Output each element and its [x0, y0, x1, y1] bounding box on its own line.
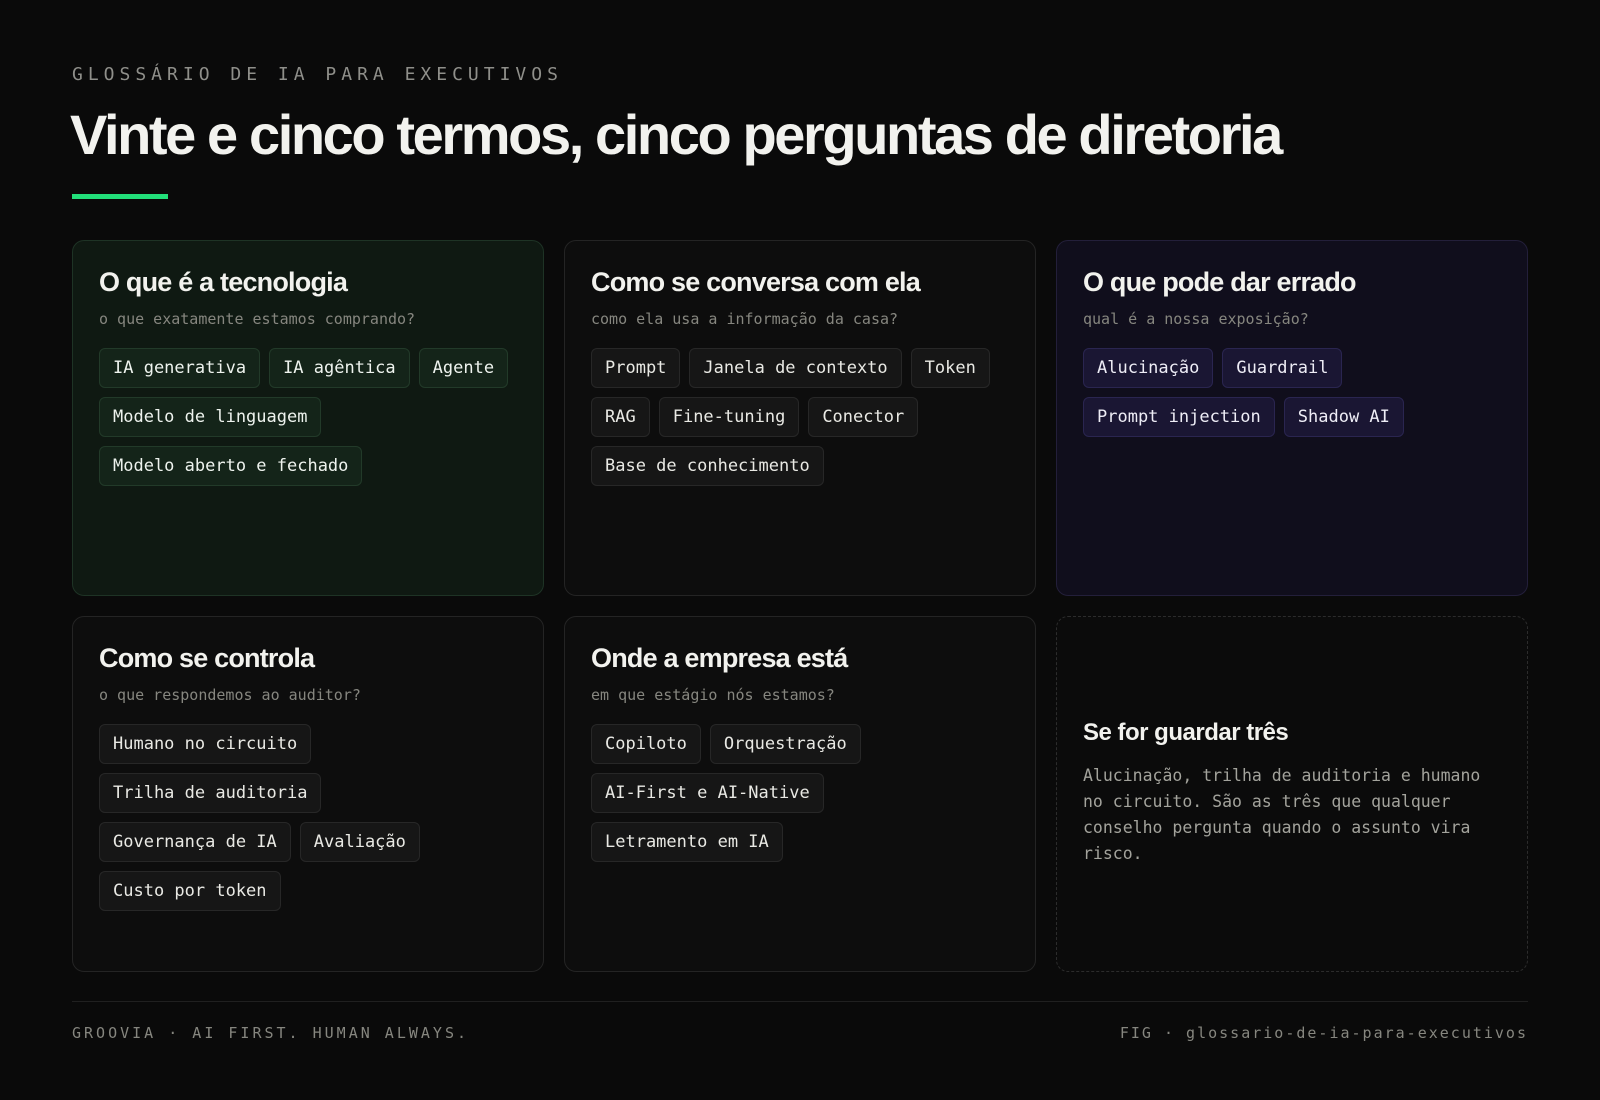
term-chip[interactable]: Conector [808, 397, 919, 437]
term-chip[interactable]: Prompt injection [1083, 397, 1275, 437]
term-chip[interactable]: IA agêntica [269, 348, 410, 388]
card-title: Onde a empresa está [591, 643, 848, 673]
term-chip[interactable]: Prompt [591, 348, 681, 388]
term-chip[interactable]: Letramento em IA [591, 822, 783, 862]
category-card-risks: O que pode dar errado qual é a nossa exp… [1056, 240, 1528, 596]
term-chip-list: Copiloto Orquestração AI-First e AI-Nati… [591, 724, 1009, 862]
term-chip[interactable]: Humano no circuito [99, 724, 312, 764]
accent-bar [72, 194, 168, 199]
term-chip[interactable]: Copiloto [591, 724, 701, 764]
card-title: O que pode dar errado [1083, 267, 1357, 297]
term-chip[interactable]: Modelo aberto e fechado [99, 446, 363, 486]
term-chip-list: Humano no circuito Trilha de auditoria G… [99, 724, 517, 911]
term-chip[interactable]: Token [910, 348, 990, 388]
term-chip[interactable]: Shadow AI [1283, 397, 1404, 437]
card-question: como ela usa a informação da casa? [591, 310, 899, 328]
term-chip[interactable]: Modelo de linguagem [99, 397, 322, 437]
term-chip[interactable]: Avaliação [299, 822, 420, 862]
footer-figure-id: FIG · glossario-de-ia-para-executivos [1119, 1024, 1528, 1042]
card-title: O que é a tecnologia [99, 267, 348, 297]
term-chip[interactable]: Alucinação [1083, 348, 1214, 388]
term-chip[interactable]: Fine-tuning [658, 397, 800, 437]
eyebrow-label: GLOSSÁRIO DE IA PARA EXECUTIVOS [72, 64, 563, 85]
term-chip[interactable]: Janela de contexto [689, 348, 902, 388]
term-chip-list: Alucinação Guardrail Prompt injection Sh… [1083, 348, 1501, 437]
card-title: Como se conversa com ela [591, 267, 921, 297]
card-question: qual é a nossa exposição? [1083, 310, 1309, 328]
card-question: em que estágio nós estamos? [591, 686, 835, 704]
term-chip[interactable]: Base de conhecimento [591, 446, 824, 486]
term-chip[interactable]: Custo por token [99, 871, 281, 911]
term-chip[interactable]: Trilha de auditoria [99, 773, 322, 813]
keep-three-title: Se for guardar três [1083, 719, 1289, 746]
term-chip[interactable]: Guardrail [1222, 348, 1343, 388]
page-title: Vinte e cinco termos, cinco perguntas de… [70, 103, 1283, 166]
term-chip[interactable]: AI-First e AI-Native [591, 773, 824, 813]
term-chip[interactable]: Agente [418, 348, 509, 388]
card-question: o que exatamente estamos comprando? [99, 310, 416, 328]
term-chip-list: IA generativa IA agêntica Agente Modelo … [99, 348, 517, 486]
keep-three-text: Alucinação, trilha de auditoria e humano… [1083, 766, 1481, 863]
category-card-conversation: Como se conversa com ela como ela usa a … [564, 240, 1036, 596]
footer-brand: GROOVIA · AI FIRST. HUMAN ALWAYS. [72, 1024, 470, 1042]
term-chip[interactable]: Governança de IA [99, 822, 291, 862]
term-chip[interactable]: IA generativa [99, 348, 261, 388]
term-chip[interactable]: RAG [591, 397, 650, 437]
footer-divider [72, 1001, 1528, 1002]
term-chip-list: Prompt Janela de contexto Token RAG Fine… [591, 348, 1009, 486]
term-chip[interactable]: Orquestração [709, 724, 861, 764]
category-card-control: Como se controla o que respondemos ao au… [72, 616, 544, 972]
category-card-technology: O que é a tecnologia o que exatamente es… [72, 240, 544, 596]
card-question: o que respondemos ao auditor? [99, 686, 361, 704]
keep-three-card: Se for guardar três Alucinação, trilha d… [1056, 616, 1528, 972]
category-card-maturity: Onde a empresa está em que estágio nós e… [564, 616, 1036, 972]
card-title: Como se controla [99, 643, 315, 673]
